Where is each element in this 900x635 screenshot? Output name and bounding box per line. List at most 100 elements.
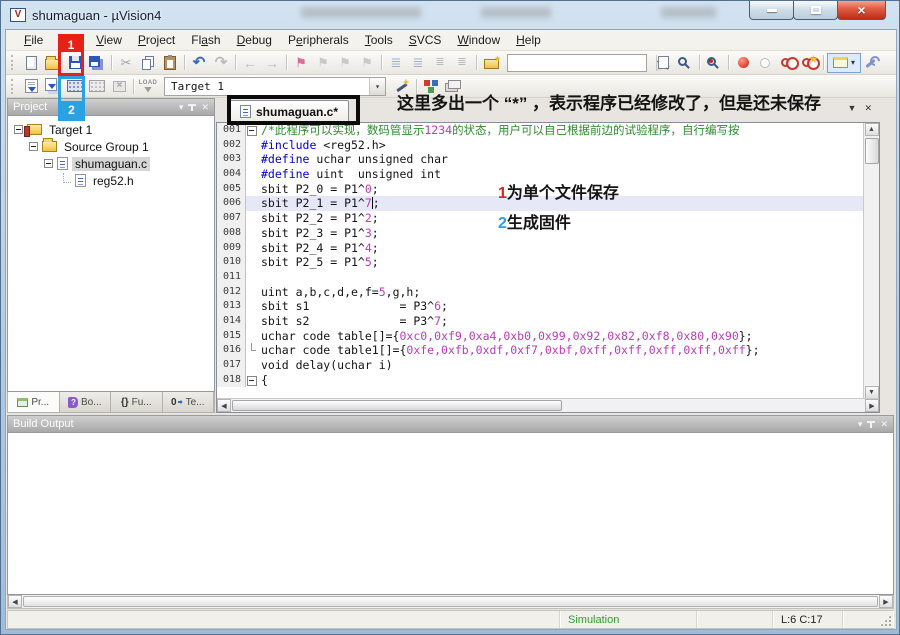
download-flash-button[interactable]: LOAD <box>137 76 159 96</box>
menu-item-flash[interactable]: Flash <box>183 30 228 51</box>
code-line-015[interactable]: 015uchar code table[]={0xc0,0xf9,0xa4,0x… <box>217 329 879 344</box>
code-line-009[interactable]: 009sbit P2_4 = P1^4; <box>217 241 879 256</box>
batch-build-button[interactable] <box>86 76 108 96</box>
project-panel-pin-button[interactable] <box>191 104 193 111</box>
breakpoint-disable-all-button[interactable] <box>776 53 798 73</box>
paste-button[interactable] <box>159 53 181 73</box>
panel-tab-books-tab[interactable]: Bo... <box>60 392 112 412</box>
comment-selection-button[interactable]: ≣ <box>429 53 451 73</box>
vertical-scroll-thumb[interactable] <box>865 138 879 164</box>
scroll-up-icon[interactable]: ▲ <box>865 123 879 136</box>
menu-item-view[interactable]: View <box>88 30 130 51</box>
code-line-002[interactable]: 002#include <reg52.h> <box>217 138 879 153</box>
target-select[interactable]: Target 1 ▾ <box>164 77 386 96</box>
scroll-right-icon[interactable]: ▶ <box>879 595 893 608</box>
code-line-018[interactable]: 018{ <box>217 373 879 388</box>
menu-item-help[interactable]: Help <box>508 30 549 51</box>
save-all-button[interactable] <box>86 53 108 73</box>
scroll-down-icon[interactable]: ▼ <box>865 386 879 398</box>
menu-item-debug[interactable]: Debug <box>229 30 280 51</box>
find-in-files-folder-button[interactable] <box>480 53 502 73</box>
tree-item-source-group-1[interactable]: Source Group 1 <box>8 138 214 155</box>
incremental-find-button[interactable] <box>674 53 696 73</box>
code-line-017[interactable]: 017void delay(uchar i) <box>217 358 879 373</box>
menu-item-window[interactable]: Window <box>449 30 508 51</box>
minimize-button[interactable] <box>749 1 794 20</box>
navigate-forward-button[interactable]: → <box>261 53 283 73</box>
menu-item-file[interactable]: File <box>16 30 51 51</box>
scroll-right-icon[interactable]: ▶ <box>865 399 879 412</box>
editor-close-button[interactable]: ✕ <box>864 103 872 114</box>
build-output-dropdown-button[interactable]: ▾ <box>858 420 863 429</box>
code-line-012[interactable]: 012uint a,b,c,d,e,f=5,g,h; <box>217 285 879 300</box>
goto-prev-bookmark-button[interactable]: ⚑ <box>334 53 356 73</box>
uncomment-selection-button[interactable]: ≣ <box>451 53 473 73</box>
code-line-003[interactable]: 003#define uchar unsigned char <box>217 152 879 167</box>
search-input[interactable] <box>508 56 656 70</box>
undo-button[interactable]: ↶ <box>188 53 210 73</box>
close-button[interactable]: × <box>837 1 886 20</box>
tree-item-shumaguan-c[interactable]: shumaguan.c <box>8 155 214 172</box>
clear-bookmarks-button[interactable]: ⚑ <box>356 53 378 73</box>
code-line-013[interactable]: 013sbit s1 = P3^6; <box>217 299 879 314</box>
horizontal-scroll-thumb[interactable] <box>232 400 562 411</box>
build-output-scroll-thumb[interactable] <box>23 596 878 607</box>
expand-box-icon[interactable] <box>29 142 38 151</box>
maximize-button[interactable] <box>793 1 838 20</box>
status-grip[interactable] <box>843 611 893 628</box>
build-output-header[interactable]: Build Output ▾✕ <box>7 415 894 433</box>
fold-marker[interactable] <box>246 373 258 388</box>
code-line-010[interactable]: 010sbit P2_5 = P1^5; <box>217 255 879 270</box>
project-panel-dropdown-button[interactable]: ▾ <box>179 103 184 112</box>
horizontal-scrollbar[interactable]: ◀ ▶ <box>217 398 879 412</box>
panel-tab-functions-tab[interactable]: Fu... <box>111 392 163 412</box>
menu-item-peripherals[interactable]: Peripherals <box>280 30 357 51</box>
build-output-content[interactable] <box>7 433 894 595</box>
cut-button[interactable]: ✂ <box>115 53 137 73</box>
goto-next-bookmark-button[interactable]: ⚑ <box>312 53 334 73</box>
panel-tab-templates-tab[interactable]: Te... <box>163 392 215 412</box>
tree-item-reg52-h[interactable]: reg52.h <box>8 172 214 189</box>
menu-item-tools[interactable]: Tools <box>357 30 401 51</box>
target-dropdown-button[interactable]: ▾ <box>369 78 385 95</box>
copy-button[interactable] <box>137 53 159 73</box>
title-bar[interactable]: V shumaguan - µVision4 × <box>1 1 899 29</box>
code-line-016[interactable]: 016uchar code table1[]={0xfe,0xfb,0xdf,0… <box>217 343 879 358</box>
outdent-button[interactable]: ≣ <box>407 53 429 73</box>
insert-bookmark-button[interactable]: ⚑ <box>290 53 312 73</box>
find-in-files-button[interactable] <box>652 53 674 73</box>
toolbar-grip[interactable] <box>11 55 17 70</box>
editor-dropdown-button[interactable]: ▼ <box>848 103 857 114</box>
build-output-scrollbar[interactable]: ◀ ▶ <box>7 595 894 609</box>
code-line-014[interactable]: 014sbit s2 = P3^7; <box>217 314 879 329</box>
tree-item-target-1[interactable]: Target 1 <box>8 121 214 138</box>
menu-item-project[interactable]: Project <box>130 30 183 51</box>
breakpoint-kill-all-button[interactable] <box>798 53 820 73</box>
build-output-close-button[interactable]: ✕ <box>880 420 888 429</box>
new-file-button[interactable] <box>20 53 42 73</box>
code-line-011[interactable]: 011 <box>217 270 879 285</box>
toggle-breakpoint-button[interactable] <box>732 53 754 73</box>
vertical-scrollbar[interactable]: ▲ ▼ <box>863 123 879 398</box>
code-editor[interactable]: 001/*此程序可以实现，数码管显示1234的状态，用户可以自己根据前边的试验程… <box>216 122 880 413</box>
expand-box-icon[interactable] <box>14 125 23 134</box>
code-area[interactable]: 001/*此程序可以实现，数码管显示1234的状态，用户可以自己根据前边的试验程… <box>217 123 879 398</box>
navigate-back-button[interactable]: ← <box>239 53 261 73</box>
find-magnifier-button[interactable] <box>703 53 725 73</box>
expand-box-icon[interactable] <box>44 159 53 168</box>
redo-button[interactable]: ↷ <box>210 53 232 73</box>
code-line-001[interactable]: 001/*此程序可以实现，数码管显示1234的状态，用户可以自己根据前边的试验程… <box>217 123 879 138</box>
fold-marker[interactable] <box>246 343 258 358</box>
scroll-left-icon[interactable]: ◀ <box>8 595 22 608</box>
build-output-pin-button[interactable] <box>870 421 872 428</box>
scroll-left-icon[interactable]: ◀ <box>217 399 231 412</box>
project-panel-header[interactable]: Project ▾✕ <box>7 98 215 116</box>
stop-build-button[interactable] <box>108 76 130 96</box>
project-panel-close-button[interactable]: ✕ <box>201 103 209 112</box>
menu-item-svcs[interactable]: SVCS <box>401 30 450 51</box>
translate-file-button[interactable] <box>20 76 42 96</box>
breakpoint-enable-button[interactable] <box>754 53 776 73</box>
configure-button[interactable] <box>861 53 883 73</box>
toolbar-grip[interactable] <box>11 79 17 94</box>
panel-tab-project-tab[interactable]: Pr... <box>8 392 60 412</box>
